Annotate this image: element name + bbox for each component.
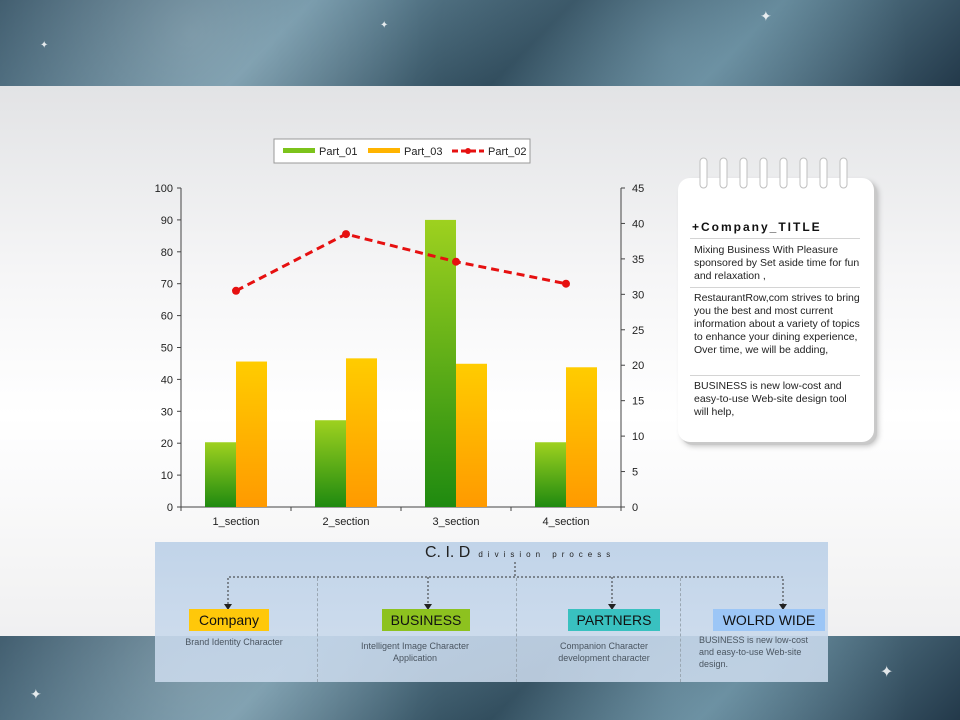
point-part02 bbox=[452, 257, 460, 266]
y2-tick-label: 10 bbox=[632, 431, 644, 443]
y2-tick-label: 0 bbox=[632, 502, 638, 514]
y-tick-label: 100 bbox=[155, 183, 173, 195]
y-tick-label: 50 bbox=[161, 343, 173, 355]
bar-part03 bbox=[236, 361, 267, 507]
legend-label: Part_02 bbox=[488, 146, 527, 158]
y-tick-label: 0 bbox=[167, 502, 173, 514]
partners-box: PARTNERS bbox=[568, 609, 660, 631]
company-description: Brand Identity Character bbox=[185, 637, 283, 647]
y2-tick-label: 35 bbox=[632, 254, 644, 266]
x-tick-label: 1_section bbox=[212, 516, 259, 528]
business-box: BUSINESS bbox=[382, 609, 470, 631]
spiral-rings bbox=[699, 157, 848, 189]
legend-swatch-part01 bbox=[283, 148, 315, 153]
bar-part01 bbox=[205, 442, 236, 507]
y2-tick-label: 25 bbox=[632, 325, 644, 337]
y-tick-label: 40 bbox=[161, 374, 173, 386]
bar-part01 bbox=[535, 442, 566, 507]
bar-part03 bbox=[346, 358, 377, 507]
cid-process-panel: C. I. Ddivision process Company BUSINESS… bbox=[155, 542, 828, 682]
bar-part01 bbox=[315, 420, 346, 507]
bar-part03 bbox=[456, 363, 487, 507]
worldwide-box: WOLRD WIDE bbox=[713, 609, 825, 631]
note-paragraph: RestaurantRow,com strives to bring you t… bbox=[694, 292, 860, 356]
chart-legend: Part_01 Part_03 Part_02 bbox=[273, 138, 531, 164]
x-tick-label: 4_section bbox=[542, 516, 589, 528]
y-tick-label: 60 bbox=[161, 311, 173, 323]
y-tick-label: 30 bbox=[161, 406, 173, 418]
legend-swatch-part02-marker bbox=[465, 148, 471, 154]
y-tick-label: 20 bbox=[161, 438, 173, 450]
y2-tick-label: 5 bbox=[632, 467, 638, 479]
x-tick-label: 2_section bbox=[322, 516, 369, 528]
note-divider bbox=[690, 238, 860, 239]
partners-description: Companion Character development characte… bbox=[558, 641, 650, 663]
legend-label: Part_01 bbox=[319, 146, 358, 158]
y2-tick-label: 40 bbox=[632, 218, 644, 230]
legend-label: Part_03 bbox=[404, 146, 443, 158]
y-tick-label: 90 bbox=[161, 215, 173, 227]
point-part02 bbox=[562, 279, 570, 288]
worldwide-description: BUSINESS is new low-cost and easy-to-use… bbox=[699, 635, 809, 669]
note-paragraph: BUSINESS is new low-cost and easy-to-use… bbox=[694, 380, 847, 418]
company-box: Company bbox=[189, 609, 269, 631]
y-tick-label: 80 bbox=[161, 247, 173, 259]
point-part02 bbox=[232, 286, 240, 295]
bar-part01 bbox=[425, 219, 456, 507]
x-tick-label: 3_section bbox=[432, 516, 479, 528]
y-tick-label: 70 bbox=[161, 279, 173, 291]
y2-tick-label: 20 bbox=[632, 360, 644, 372]
line-part02 bbox=[235, 232, 567, 293]
point-part02 bbox=[342, 230, 350, 239]
y2-tick-label: 15 bbox=[632, 396, 644, 408]
y2-tick-label: 45 bbox=[632, 183, 644, 195]
legend-swatch-part03 bbox=[368, 148, 400, 153]
note-paragraph: Mixing Business With Pleasure sponsored … bbox=[694, 244, 860, 282]
business-description: Intelligent Image Character Application bbox=[360, 641, 470, 663]
y-tick-label: 10 bbox=[161, 470, 173, 482]
bar-part03 bbox=[566, 367, 597, 507]
note-divider bbox=[690, 287, 860, 288]
y2-tick-label: 30 bbox=[632, 289, 644, 301]
chart-marks bbox=[205, 219, 597, 507]
notepad-card: +Company_TITLE Mixing Business With Plea… bbox=[678, 157, 874, 442]
note-divider bbox=[690, 375, 860, 376]
note-title: +Company_TITLE bbox=[692, 220, 822, 234]
